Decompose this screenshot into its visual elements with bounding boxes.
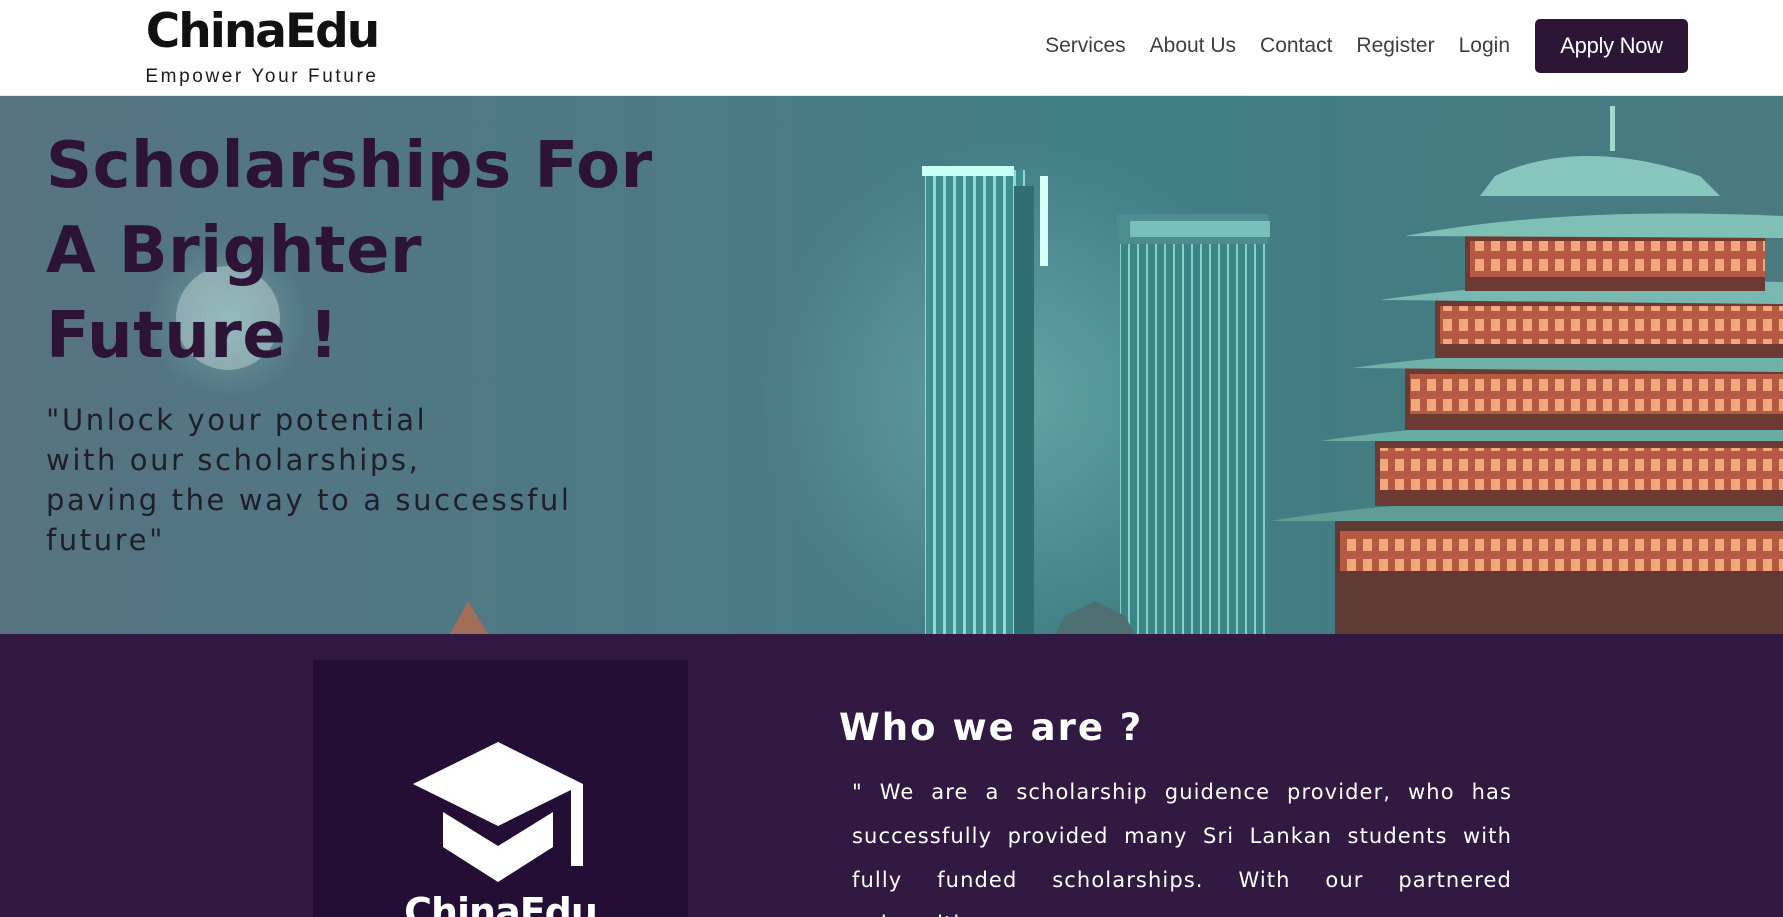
nav-services-link[interactable]: Services [1045, 34, 1126, 58]
about-logo-text: ChinaEdu [404, 890, 598, 917]
about-text: " We are a scholarship guidence provider… [852, 780, 1512, 917]
nav-contact-link[interactable]: Contact [1260, 34, 1332, 58]
brand-tagline: Empower Your Future [145, 66, 379, 87]
hero-title: Scholarships For A Brighter Future ! [46, 129, 653, 373]
about-section: ChinaEdu Who we are ? " We are a scholar… [0, 634, 1783, 917]
about-logo-card: ChinaEdu [313, 660, 688, 917]
brand-name: ChinaEdu [145, 4, 380, 59]
nav-login-link[interactable]: Login [1459, 34, 1510, 58]
nav-about-link[interactable]: About Us [1150, 34, 1236, 58]
hero-quote: "Unlock your potential with our scholars… [46, 403, 572, 557]
apply-now-button[interactable]: Apply Now [1535, 19, 1688, 73]
site-header: ChinaEdu Empower Your Future Services Ab… [0, 0, 1783, 96]
graduation-cap-icon [413, 742, 583, 882]
about-heading: Who we are ? [839, 706, 1144, 749]
brand-logo[interactable]: ChinaEdu Empower Your Future [137, 6, 387, 88]
pagoda-shape [1270, 106, 1783, 634]
hero-section: Scholarships For A Brighter Future ! "Un… [0, 96, 1783, 634]
tower-right [1120, 221, 1270, 634]
tower-left [925, 170, 1025, 634]
nav-register-link[interactable]: Register [1356, 34, 1434, 58]
main-nav: Services About Us Contact Register Login… [1045, 0, 1783, 92]
